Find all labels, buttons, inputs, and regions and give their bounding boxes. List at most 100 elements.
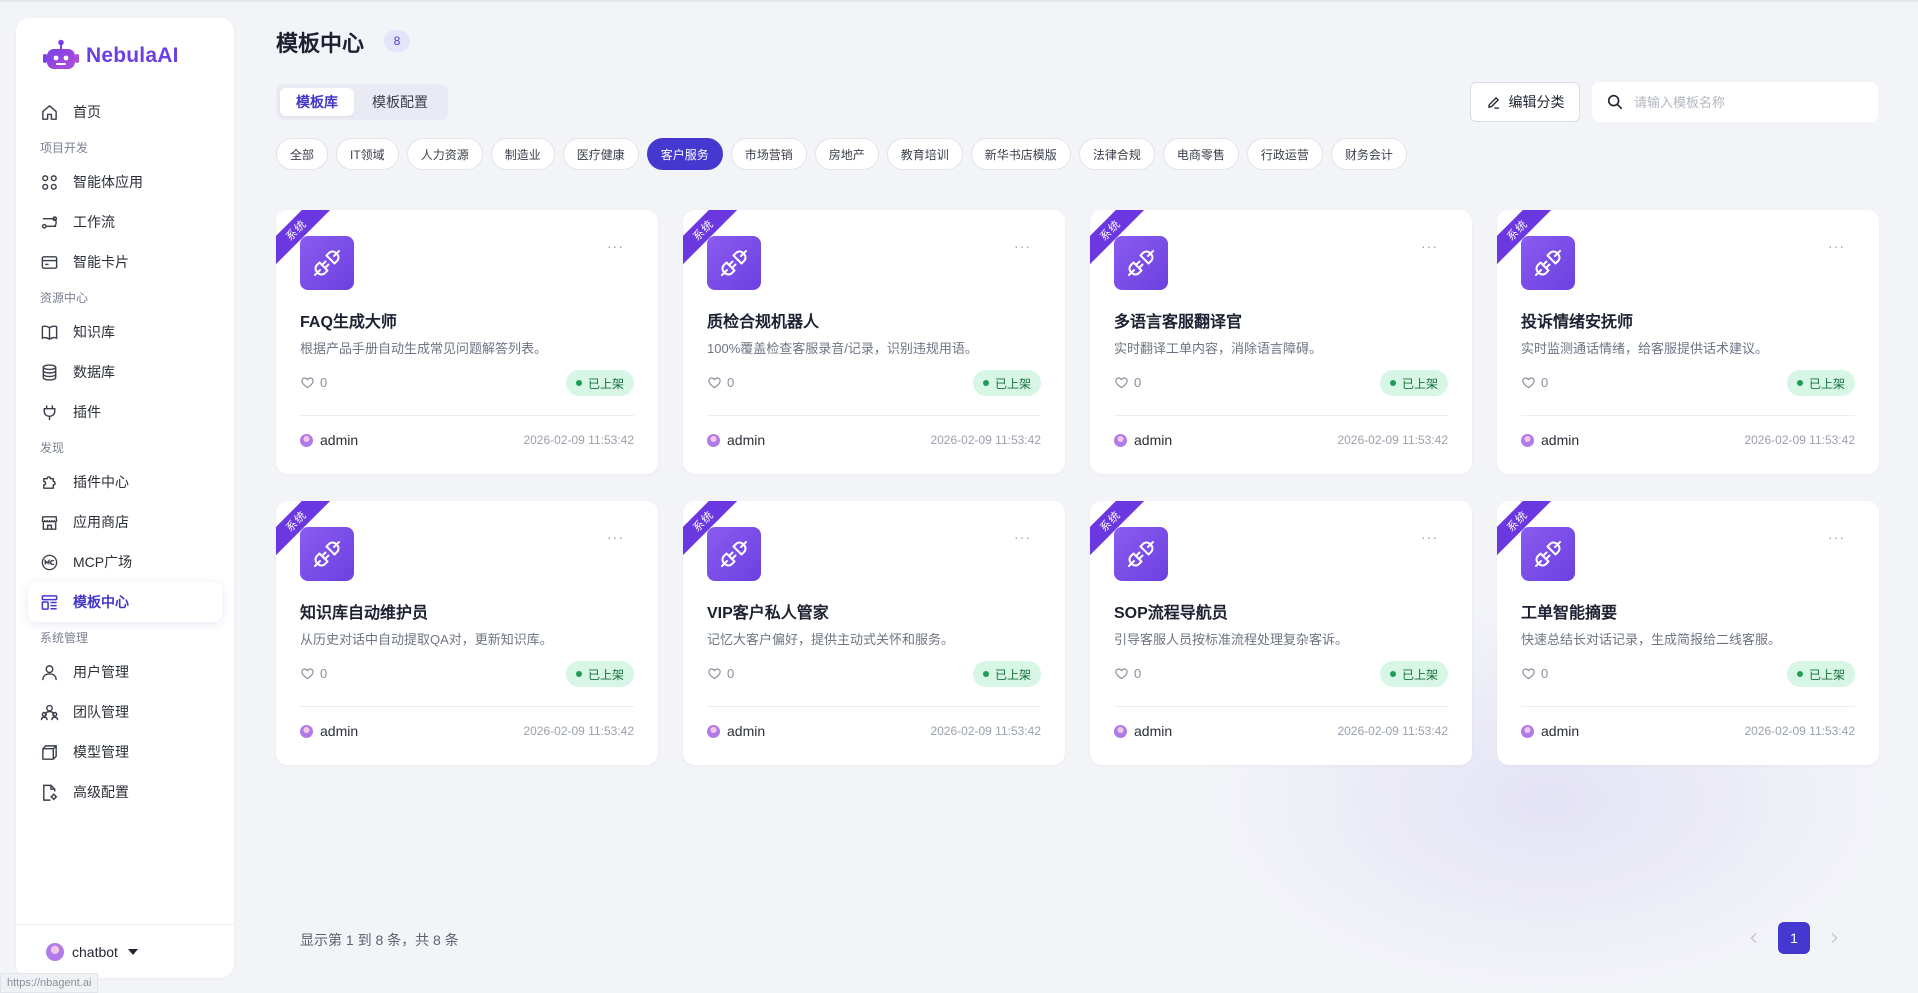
sidebar-item-workflow[interactable]: 工作流 bbox=[28, 202, 222, 242]
template-card[interactable]: 系统 ··· VIP客户私人管家 记忆大客户偏好，提供主动式关怀和服务。 0 已… bbox=[683, 501, 1065, 765]
status-dot-icon bbox=[982, 671, 989, 677]
card-author: admin bbox=[300, 432, 358, 448]
team-icon bbox=[40, 704, 59, 720]
sidebar-section-label: 项目开发 bbox=[40, 140, 89, 155]
category-chip[interactable]: 财务会计 bbox=[1330, 138, 1407, 170]
more-options-icon[interactable]: ··· bbox=[1421, 529, 1438, 545]
category-chip[interactable]: 新华书店模版 bbox=[970, 138, 1071, 170]
more-options-icon[interactable]: ··· bbox=[1014, 238, 1031, 254]
template-card[interactable]: 系统 ··· 质检合规机器人 100%覆盖检查客服录音/记录，识别违规用语。 0… bbox=[683, 210, 1065, 474]
sidebar-item-smart-card[interactable]: 智能卡片 bbox=[28, 242, 222, 282]
like-button[interactable]: 0 bbox=[1521, 666, 1548, 681]
template-avatar bbox=[707, 236, 761, 290]
more-options-icon[interactable]: ··· bbox=[1828, 238, 1845, 254]
template-card[interactable]: 系统 ··· SOP流程导航员 引导客服人员按标准流程处理复杂客诉。 0 已上架 bbox=[1090, 501, 1472, 765]
puzzle-icon bbox=[43, 475, 56, 489]
category-chip[interactable]: 客户服务 bbox=[646, 138, 723, 170]
template-card[interactable]: 系统 ··· 知识库自动维护员 从历史对话中自动提取QA对，更新知识库。 0 已… bbox=[276, 501, 658, 765]
app-logo[interactable]: NebulaAI bbox=[42, 38, 179, 74]
plug-icon bbox=[43, 404, 56, 420]
category-chip[interactable]: 全部 bbox=[276, 138, 329, 170]
divider bbox=[1114, 706, 1448, 707]
more-options-icon[interactable]: ··· bbox=[1014, 529, 1031, 545]
template-card[interactable]: 系统 ··· 多语言客服翻译官 实时翻译工单内容，消除语言障碍。 0 已上架 a… bbox=[1090, 210, 1472, 474]
like-count: 0 bbox=[1134, 666, 1142, 681]
category-chip[interactable]: 法律合规 bbox=[1078, 138, 1155, 170]
user-menu[interactable]: chatbot bbox=[16, 924, 234, 978]
page-number-current[interactable]: 1 bbox=[1778, 922, 1810, 954]
card-description: 根据产品手册自动生成常见问题解答列表。 bbox=[300, 341, 548, 356]
sidebar-item-label: 模板中心 bbox=[73, 594, 129, 610]
template-card[interactable]: 系统 ··· 工单智能摘要 快速总结长对话记录，生成简报给二线客服。 0 已上架 bbox=[1497, 501, 1879, 765]
sidebar-item-template-center[interactable]: 模板中心 bbox=[28, 582, 222, 622]
category-chip[interactable]: 电商零售 bbox=[1162, 138, 1239, 170]
cube-icon bbox=[42, 744, 57, 760]
sidebar-item-app-store[interactable]: 应用商店 bbox=[28, 502, 222, 542]
sidebar-item-plugin-center[interactable]: 插件中心 bbox=[28, 462, 222, 502]
card-author: admin bbox=[1521, 723, 1579, 739]
sidebar-item-database[interactable]: 数据库 bbox=[28, 352, 222, 392]
avatar bbox=[707, 433, 720, 447]
more-options-icon[interactable]: ··· bbox=[1828, 529, 1845, 545]
sidebar-item-team-management[interactable]: 团队管理 bbox=[28, 692, 222, 732]
sidebar-item-knowledge[interactable]: 知识库 bbox=[28, 312, 222, 352]
category-chip[interactable]: 制造业 bbox=[490, 138, 555, 170]
sidebar-item-model-management[interactable]: 模型管理 bbox=[28, 732, 222, 772]
like-button[interactable]: 0 bbox=[300, 375, 327, 390]
status-dot-icon bbox=[1389, 671, 1396, 677]
search-input[interactable] bbox=[1634, 94, 1864, 110]
card-title: 质检合规机器人 bbox=[707, 314, 820, 331]
sidebar-item-plugin[interactable]: 插件 bbox=[28, 392, 222, 432]
plug-connect-icon bbox=[1535, 250, 1561, 276]
prev-page-button[interactable] bbox=[1746, 930, 1762, 946]
category-chip[interactable]: 医疗健康 bbox=[562, 138, 639, 170]
template-card[interactable]: 系统 ··· FAQ生成大师 根据产品手册自动生成常见问题解答列表。 0 已上架 bbox=[276, 210, 658, 474]
workflow-icon bbox=[41, 215, 58, 229]
category-chip[interactable]: 行政运营 bbox=[1246, 138, 1323, 170]
divider bbox=[300, 415, 634, 416]
like-button[interactable]: 0 bbox=[707, 375, 734, 390]
plug-connect-icon bbox=[1535, 541, 1561, 567]
status-label: 已上架 bbox=[587, 376, 624, 391]
like-button[interactable]: 0 bbox=[1521, 375, 1548, 390]
category-chip[interactable]: 市场营销 bbox=[730, 138, 807, 170]
template-avatar bbox=[1114, 527, 1168, 581]
avatar bbox=[707, 724, 720, 738]
like-button[interactable]: 0 bbox=[300, 666, 327, 681]
category-chip[interactable]: 人力资源 bbox=[406, 138, 483, 170]
category-chip[interactable]: IT领域 bbox=[336, 138, 399, 170]
sidebar-item-home[interactable]: 首页 bbox=[28, 92, 222, 132]
category-chip[interactable]: 教育培训 bbox=[886, 138, 963, 170]
like-button[interactable]: 0 bbox=[1114, 666, 1141, 681]
heart-icon bbox=[1522, 668, 1535, 680]
card-title: FAQ生成大师 bbox=[300, 314, 397, 331]
card-date: 2026-02-09 11:53:42 bbox=[523, 433, 634, 447]
next-page-button[interactable] bbox=[1826, 930, 1842, 946]
like-count: 0 bbox=[727, 666, 735, 681]
edit-category-button[interactable]: 编辑分类 bbox=[1470, 82, 1580, 122]
author-name: admin bbox=[1134, 432, 1173, 448]
tab-template-library[interactable]: 模板库 bbox=[280, 88, 354, 116]
template-card[interactable]: 系统 ··· 投诉情绪安抚师 实时监测通话情绪，给客服提供话术建议。 0 已上架 bbox=[1497, 210, 1879, 474]
status-badge: 已上架 bbox=[565, 370, 634, 396]
status-dot-icon bbox=[1796, 380, 1803, 386]
more-options-icon[interactable]: ··· bbox=[1421, 238, 1438, 254]
like-button[interactable]: 0 bbox=[1114, 375, 1141, 390]
card-description: 100%覆盖检查客服录音/记录，识别违规用语。 bbox=[707, 341, 978, 356]
card-title: 多语言客服翻译官 bbox=[1114, 314, 1243, 331]
tab-template-config[interactable]: 模板配置 bbox=[356, 88, 444, 116]
heart-icon bbox=[1522, 377, 1535, 389]
like-button[interactable]: 0 bbox=[707, 666, 734, 681]
mcp-icon bbox=[41, 554, 58, 570]
chevron-right-icon bbox=[1831, 932, 1838, 944]
sidebar-item-agent-apps[interactable]: 智能体应用 bbox=[28, 162, 222, 202]
status-dot-icon bbox=[1796, 671, 1803, 677]
template-avatar bbox=[1114, 236, 1168, 290]
sidebar-item-user-management[interactable]: 用户管理 bbox=[28, 652, 222, 692]
category-chip[interactable]: 房地产 bbox=[814, 138, 879, 170]
sidebar-item-mcp-square[interactable]: MCP广场 bbox=[28, 542, 222, 582]
plug-connect-icon bbox=[1128, 541, 1154, 567]
sidebar-item-advanced-config[interactable]: 高级配置 bbox=[28, 772, 222, 812]
more-options-icon[interactable]: ··· bbox=[607, 238, 624, 254]
more-options-icon[interactable]: ··· bbox=[607, 529, 624, 545]
